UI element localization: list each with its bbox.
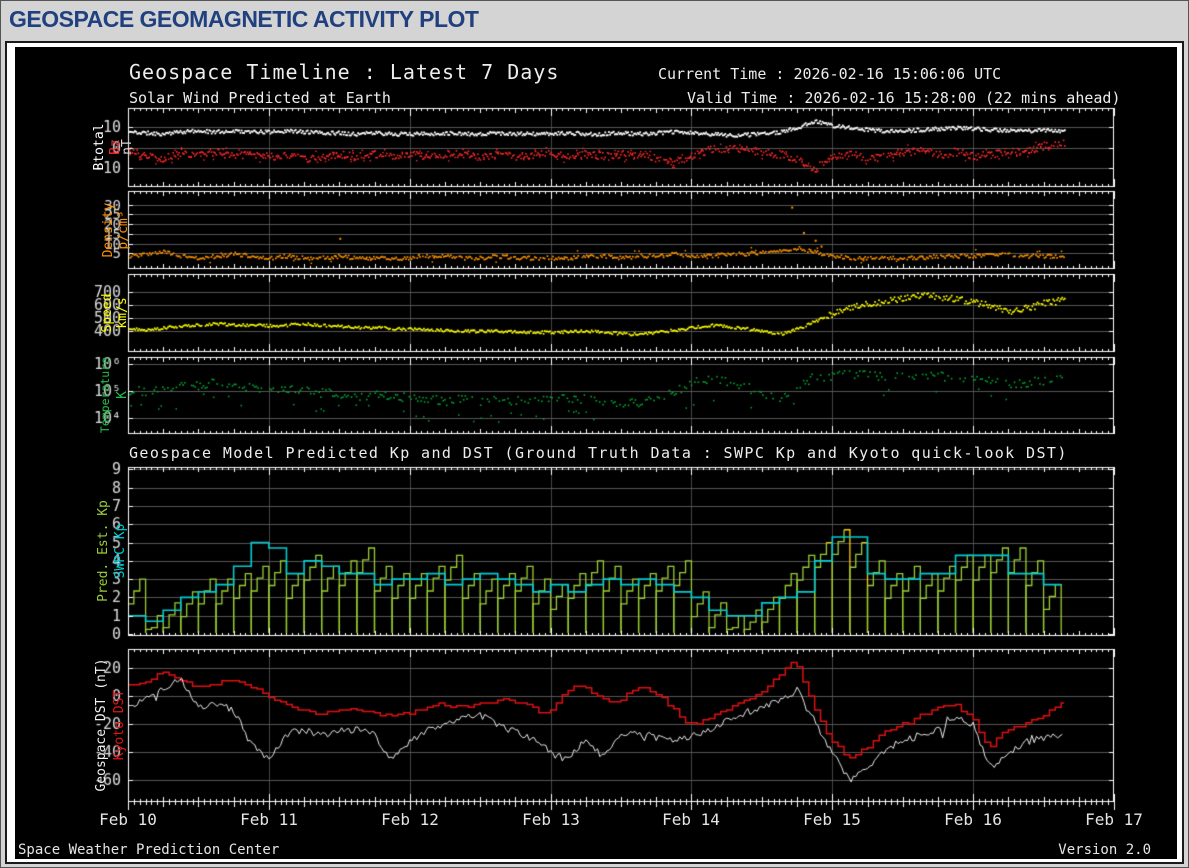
chart-title: Geospace Timeline : Latest 7 Days — [129, 60, 560, 84]
x-tick-feb13: Feb 13 — [522, 810, 580, 829]
axis-label-swpc-kp: SWPC Kp — [113, 523, 128, 579]
footer-version: Version 2.0 — [1058, 842, 1151, 858]
x-tick-feb10: Feb 10 — [99, 810, 157, 829]
page-title: GEOSPACE GEOMAGNETIC ACTIVITY PLOT — [9, 6, 479, 32]
current-time-label: Current Time : 2026-02-16 15:06:06 UTC — [658, 65, 1002, 83]
x-tick-feb17: Feb 17 — [1085, 810, 1143, 829]
page-header: GEOSPACE GEOMAGNETIC ACTIVITY PLOT — [1, 1, 1188, 40]
axis-label-kyoto-dst: Kyoto DST — [112, 689, 127, 761]
solar-wind-subtitle: Solar Wind Predicted at Earth — [129, 89, 391, 107]
x-tick-feb11: Feb 11 — [240, 810, 298, 829]
valid-time-label: Valid Time : 2026-02-16 15:28:00 (22 min… — [687, 89, 1121, 107]
x-tick-feb15: Feb 15 — [803, 810, 861, 829]
plot-frame: Geospace Timeline : Latest 7 Days Curren… — [5, 41, 1184, 864]
geospace-activity-page: GEOSPACE GEOMAGNETIC ACTIVITY PLOT Geosp… — [0, 0, 1189, 868]
x-tick-feb12: Feb 12 — [381, 810, 439, 829]
footer-swpc: Space Weather Prediction Center — [18, 842, 280, 858]
axis-label-pred-kp: Pred. Est. Kp — [96, 500, 111, 602]
axis-label-temperature: Temperature — [98, 356, 112, 434]
axis-label-temperature-units: K — [115, 391, 130, 399]
axis-label-geospace-dst: Geospace DST (nT) — [94, 658, 109, 792]
kp-dst-section-title: Geospace Model Predicted Kp and DST (Gro… — [129, 444, 1068, 462]
x-tick-feb14: Feb 14 — [662, 810, 720, 829]
x-tick-feb16: Feb 16 — [944, 810, 1002, 829]
plot-area: Geospace Timeline : Latest 7 Days Curren… — [15, 47, 1177, 859]
